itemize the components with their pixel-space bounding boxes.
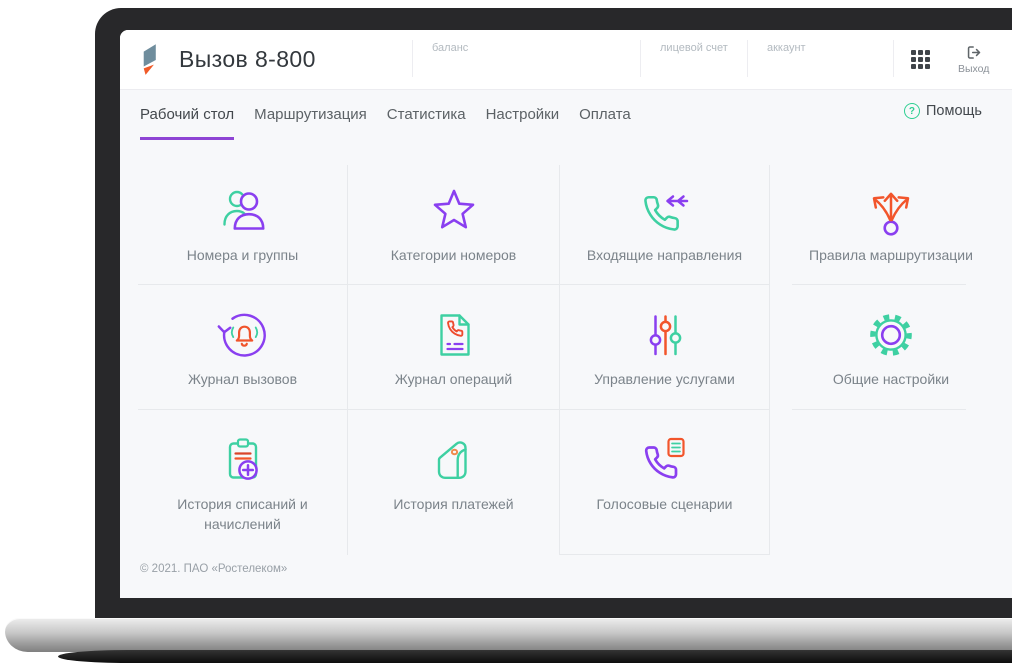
nav-tabs: Рабочий стол Маршрутизация Статистика На… bbox=[120, 90, 1012, 140]
tile-call-journal[interactable]: Журнал вызовов bbox=[138, 285, 348, 410]
tab-statistics[interactable]: Статистика bbox=[387, 90, 466, 140]
tile-routing-rules[interactable]: Правила маршрутизации bbox=[770, 165, 1012, 285]
tile-charges-history[interactable]: История списаний и начислений bbox=[138, 410, 348, 555]
charges-history-icon bbox=[215, 432, 271, 488]
tab-routing[interactable]: Маршрутизация bbox=[254, 90, 367, 140]
incoming-call-icon bbox=[637, 183, 693, 239]
help-link[interactable]: ? Помощь bbox=[903, 103, 982, 119]
tile-service-management[interactable]: Управление услугами bbox=[560, 285, 770, 410]
logout-label: Выход bbox=[958, 63, 990, 75]
laptop-bezel: Вызов 8-800 баланс лицевой счет аккаунт bbox=[95, 8, 1012, 618]
logo-area: Вызов 8-800 bbox=[120, 30, 412, 89]
tile-voice-scenarios[interactable]: Голосовые сценарии bbox=[560, 410, 770, 555]
laptop-base bbox=[5, 618, 1012, 652]
users-icon bbox=[215, 183, 271, 239]
gear-icon bbox=[863, 307, 919, 363]
apps-grid-icon[interactable] bbox=[911, 50, 930, 69]
star-icon bbox=[426, 183, 482, 239]
tab-desktop[interactable]: Рабочий стол bbox=[140, 90, 235, 140]
logout-button[interactable]: Выход bbox=[958, 44, 989, 75]
laptop-screen: Вызов 8-800 баланс лицевой счет аккаунт bbox=[120, 30, 1012, 598]
logout-icon bbox=[967, 46, 980, 59]
tile-number-categories[interactable]: Категории номеров bbox=[348, 165, 560, 285]
routing-arrows-icon bbox=[863, 183, 919, 239]
tile-label: Номера и группы bbox=[186, 247, 299, 263]
tab-settings[interactable]: Настройки bbox=[486, 90, 560, 140]
help-question-icon: ? bbox=[903, 103, 920, 119]
laptop-base-shadow bbox=[58, 650, 1012, 663]
empty-grid-cell bbox=[770, 410, 1012, 555]
app-window: Вызов 8-800 баланс лицевой счет аккаунт bbox=[120, 30, 1012, 598]
call-journal-icon bbox=[215, 307, 271, 363]
operations-journal-icon bbox=[426, 307, 482, 363]
tile-label: История списаний и начислений bbox=[177, 496, 308, 533]
header-actions: Выход bbox=[893, 30, 1012, 89]
tile-label: Входящие направления bbox=[586, 247, 743, 263]
balance-label: баланс bbox=[412, 30, 640, 89]
copyright-note: © 2021. ПАО «Ростелеком» bbox=[140, 563, 288, 575]
tile-operations-journal[interactable]: Журнал операций bbox=[348, 285, 560, 410]
tile-numbers-and-groups[interactable]: Номера и группы bbox=[138, 165, 348, 285]
app-header: Вызов 8-800 баланс лицевой счет аккаунт bbox=[120, 30, 1012, 90]
personal-account-label: лицевой счет bbox=[640, 30, 747, 89]
tile-label: Общие настройки bbox=[832, 371, 950, 387]
tile-label: Журнал вызовов bbox=[187, 371, 298, 387]
dashboard-grid: Номера и группы Категории номеров Входящ… bbox=[138, 165, 1012, 555]
tile-label: Управление услугами bbox=[594, 371, 735, 387]
account-label: аккаунт bbox=[747, 30, 893, 89]
brand-logo-icon bbox=[143, 43, 156, 75]
wallet-icon bbox=[426, 432, 482, 488]
tile-label: Голосовые сценарии bbox=[596, 496, 733, 512]
tab-payment[interactable]: Оплата bbox=[579, 90, 631, 140]
tile-payment-history[interactable]: История платежей bbox=[348, 410, 560, 555]
sliders-icon bbox=[637, 307, 693, 363]
tile-label: Правила маршрутизации bbox=[809, 247, 973, 263]
voice-script-icon bbox=[637, 432, 693, 488]
tile-general-settings[interactable]: Общие настройки bbox=[770, 285, 1012, 410]
tile-incoming-directions[interactable]: Входящие направления bbox=[560, 165, 770, 285]
tile-label: Категории номеров bbox=[390, 247, 517, 263]
tile-label: Журнал операций bbox=[394, 371, 513, 387]
help-label: Помощь bbox=[925, 103, 982, 119]
app-title: Вызов 8-800 bbox=[179, 46, 316, 72]
tile-label: История платежей bbox=[393, 496, 514, 512]
